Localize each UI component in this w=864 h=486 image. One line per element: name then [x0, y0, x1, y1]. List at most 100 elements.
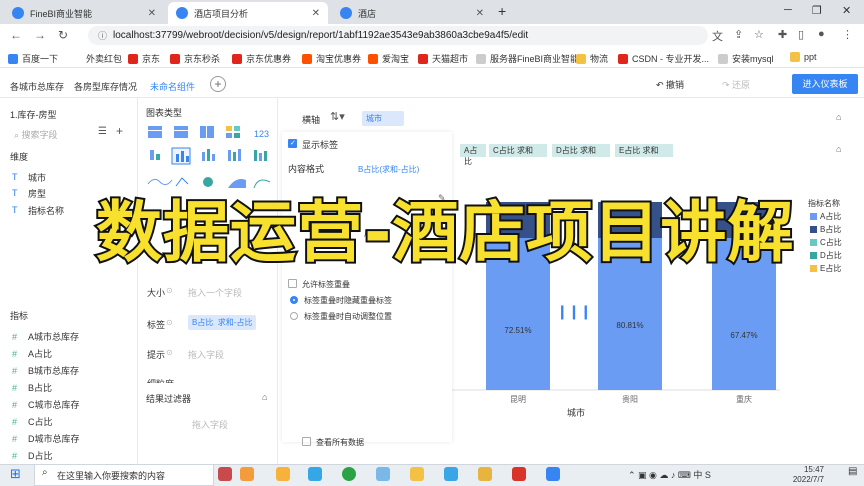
folder-icon[interactable] — [478, 467, 492, 481]
field-search-input[interactable]: ⌕ 搜索字段 — [14, 128, 58, 141]
chart-type-stacked-icon[interactable] — [202, 149, 215, 161]
forward-icon[interactable]: → — [34, 28, 46, 42]
table-name[interactable]: 1.库存-房型 — [10, 108, 57, 121]
add-component-icon[interactable]: + — [210, 76, 226, 92]
extensions-icon[interactable]: ✚ — [778, 28, 787, 41]
sort-icon[interactable]: ☰ — [98, 126, 107, 137]
lock-icon[interactable]: ⌂ — [836, 112, 841, 122]
taskbar-app-icon[interactable] — [276, 467, 290, 481]
hide-overlap-radio[interactable] — [290, 296, 298, 304]
y-field-chip[interactable]: A占比 — [460, 144, 486, 166]
bookmark-item[interactable]: 天猫超市 — [418, 52, 468, 65]
auto-adjust-radio[interactable] — [290, 312, 298, 320]
y-field-chip[interactable]: C占比 求和 — [489, 144, 547, 157]
taskbar-search-input[interactable]: 在这里输入你要搜索的内容 — [34, 464, 214, 486]
chart-type-detail-icon[interactable] — [200, 126, 214, 138]
url-input[interactable]: ⓘ localhost:37799/webroot/decision/v5/de… — [88, 26, 708, 45]
wps-icon[interactable] — [512, 467, 526, 481]
bookmark-item[interactable]: ppt — [790, 52, 817, 62]
taskbar-clock[interactable]: 15:47 2022/7/7 — [793, 465, 824, 485]
dimension-field[interactable]: T 房型 — [12, 187, 46, 200]
measure-field[interactable]: # C城市总库存 — [12, 398, 80, 411]
dimension-field[interactable]: T 指标名称 — [12, 204, 64, 217]
view-all-checkbox[interactable] — [302, 437, 311, 446]
new-tab-icon[interactable]: + — [498, 3, 506, 19]
y-field-chip[interactable]: D占比 求和 — [552, 144, 610, 157]
bookmark-item[interactable]: 京东优惠券 — [232, 52, 291, 65]
settings-circle-icon[interactable]: ⊙ — [166, 286, 173, 295]
enter-dashboard-button[interactable]: 进入仪表板 — [792, 74, 858, 94]
menu-icon[interactable]: ⋮ — [842, 28, 853, 41]
sort-axis-icon[interactable]: ⇅▾ — [330, 110, 345, 123]
minimize-icon[interactable]: ─ — [784, 4, 792, 16]
chart-type-line-icon[interactable] — [147, 178, 173, 186]
windows-start-icon[interactable]: ⊞ — [10, 466, 21, 482]
chrome-icon[interactable] — [342, 467, 356, 481]
back-icon[interactable]: ← — [10, 28, 22, 42]
legend-item[interactable]: A占比 — [810, 211, 841, 222]
bookmark-item[interactable]: CSDN - 专业开发... — [618, 52, 709, 65]
taskbar-app-icon[interactable] — [218, 467, 232, 481]
bookmark-star-icon[interactable]: ☆ — [754, 28, 764, 41]
bookmark-item[interactable]: 淘宝优惠券 — [302, 52, 361, 65]
profile-icon[interactable]: ● — [818, 28, 825, 40]
legend-item[interactable]: B占比 — [810, 224, 841, 235]
redo-button[interactable]: ↷ 还原 — [722, 78, 750, 91]
measure-field[interactable]: # B城市总库存 — [12, 364, 79, 377]
bookmark-item[interactable]: 服务器FineBI商业智能 — [476, 52, 579, 65]
share-icon[interactable]: ⇪ — [734, 28, 743, 41]
chart-type-dashboard-icon[interactable] — [253, 179, 271, 189]
label-field-chip[interactable]: B占比 求和-占比 — [188, 315, 257, 330]
filter-lock-icon[interactable]: ⌂ — [262, 392, 267, 402]
undo-button[interactable]: ↶ 撤销 — [656, 78, 684, 91]
translate-icon[interactable]: 文 — [712, 28, 723, 44]
filter-dropzone[interactable]: 拖入字段 — [192, 418, 228, 431]
show-label-checkbox[interactable] — [288, 139, 297, 148]
close-tab-icon[interactable]: ✕ — [148, 8, 156, 19]
allow-overlap-checkbox[interactable] — [288, 279, 297, 288]
y-field-chip[interactable]: E占比 求和 — [615, 144, 673, 157]
x-field-chip[interactable]: 城市 — [362, 111, 404, 126]
measure-field[interactable]: # C占比 — [12, 415, 53, 428]
measure-field[interactable]: # D占比 — [12, 449, 53, 462]
browser-tab-hotel-analysis[interactable]: 酒店项目分析 ✕ — [168, 2, 328, 24]
bookmark-item[interactable]: 爱淘宝 — [368, 52, 409, 65]
browser-tab-finebi[interactable]: FineBI商业智能 ✕ — [4, 2, 164, 24]
dimension-field[interactable]: T 城市 — [12, 171, 46, 184]
measure-field[interactable]: # A城市总库存 — [12, 330, 79, 343]
taskbar-app-icon[interactable] — [444, 467, 458, 481]
tab-city-stock[interactable]: 各城市总库存 — [10, 80, 64, 93]
settings-circle-icon[interactable]: ⊙ — [166, 318, 173, 327]
measure-field[interactable]: # B占比 — [12, 381, 52, 394]
notifications-icon[interactable]: ▤ — [848, 466, 857, 477]
settings-circle-icon[interactable]: ⊙ — [166, 348, 173, 357]
sidebar-icon[interactable]: ▯ — [798, 28, 804, 41]
bookmark-item[interactable]: 百度一下 — [8, 52, 58, 65]
taskbar-app-icon[interactable] — [240, 467, 254, 481]
chart-type-grouped-icon[interactable] — [150, 150, 160, 160]
legend-item[interactable]: C占比 — [810, 237, 842, 248]
bookmark-item[interactable]: 安装mysql — [718, 52, 774, 65]
chart-type-kpi-icon[interactable] — [226, 126, 240, 138]
close-tab-icon[interactable]: ✕ — [476, 8, 484, 19]
chart-type-polyline-icon[interactable] — [175, 177, 189, 187]
window-close-icon[interactable]: ✕ — [842, 4, 851, 17]
measure-field[interactable]: # D城市总库存 — [12, 432, 80, 445]
legend-item[interactable]: D占比 — [810, 250, 842, 261]
taskbar-app-icon[interactable] — [546, 467, 560, 481]
lock-icon[interactable]: ⌂ — [836, 144, 841, 154]
browser-tab-hotel[interactable]: 酒店 ✕ — [332, 2, 492, 24]
chart-type-number-icon[interactable]: 123 — [254, 129, 269, 139]
chart-type-range-icon[interactable] — [254, 150, 267, 161]
chart-type-area-icon[interactable] — [203, 177, 213, 187]
add-field-icon[interactable]: + — [116, 124, 123, 138]
chart-type-table-icon[interactable] — [148, 126, 162, 138]
tray-icons[interactable]: ⌃ ▣ ◉ ☁ ♪ ⌨ 中 S — [628, 468, 711, 481]
size-dropzone[interactable]: 拖入一个字段 — [188, 286, 242, 299]
reload-icon[interactable]: ↻ — [58, 28, 68, 42]
chart-type-stacked-area-icon[interactable] — [228, 179, 246, 188]
tab-unnamed-component[interactable]: 未命名组件 — [150, 80, 195, 93]
tab-room-stock[interactable]: 各房型库存情况 — [74, 80, 137, 93]
content-format-value[interactable]: B占比(求和-占比) — [358, 164, 419, 175]
bookmark-item[interactable]: 外卖红包 — [86, 52, 122, 65]
